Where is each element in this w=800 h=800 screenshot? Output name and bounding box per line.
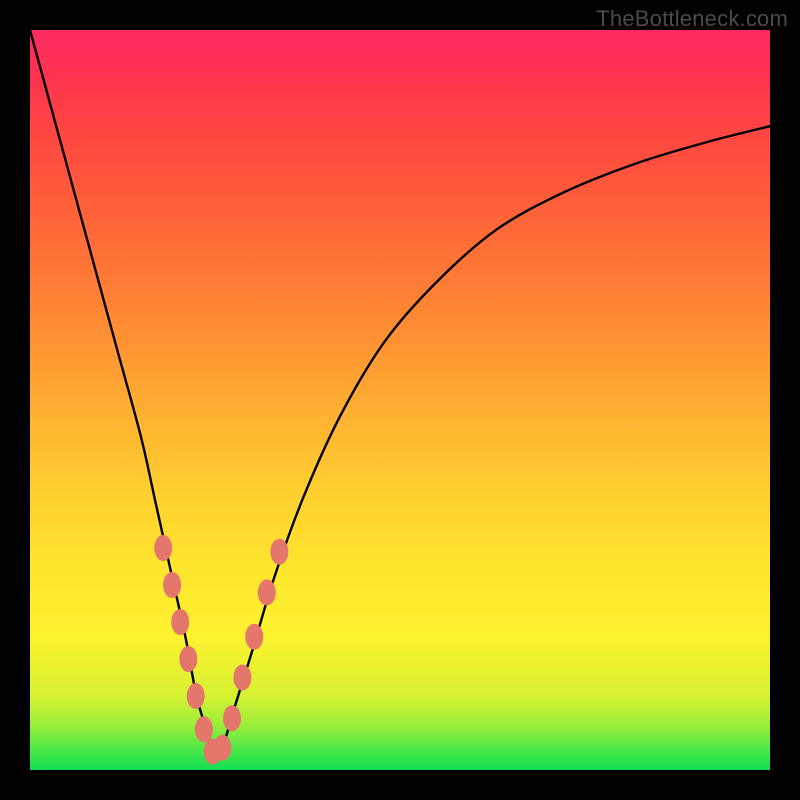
bead-marker — [163, 572, 181, 598]
bead-marker — [195, 716, 213, 742]
bead-marker — [154, 535, 172, 561]
bead-group — [154, 535, 288, 765]
bead-marker — [233, 665, 251, 691]
bead-marker — [213, 735, 231, 761]
curve-svg — [30, 30, 770, 770]
chart-frame: TheBottleneck.com — [0, 0, 800, 800]
bottleneck-curve — [30, 30, 770, 756]
bead-marker — [223, 705, 241, 731]
bead-marker — [258, 579, 276, 605]
bead-marker — [270, 539, 288, 565]
bead-marker — [245, 624, 263, 650]
bead-marker — [171, 609, 189, 635]
watermark-text: TheBottleneck.com — [596, 6, 788, 32]
bead-marker — [179, 646, 197, 672]
plot-area — [30, 30, 770, 770]
bead-marker — [187, 683, 205, 709]
